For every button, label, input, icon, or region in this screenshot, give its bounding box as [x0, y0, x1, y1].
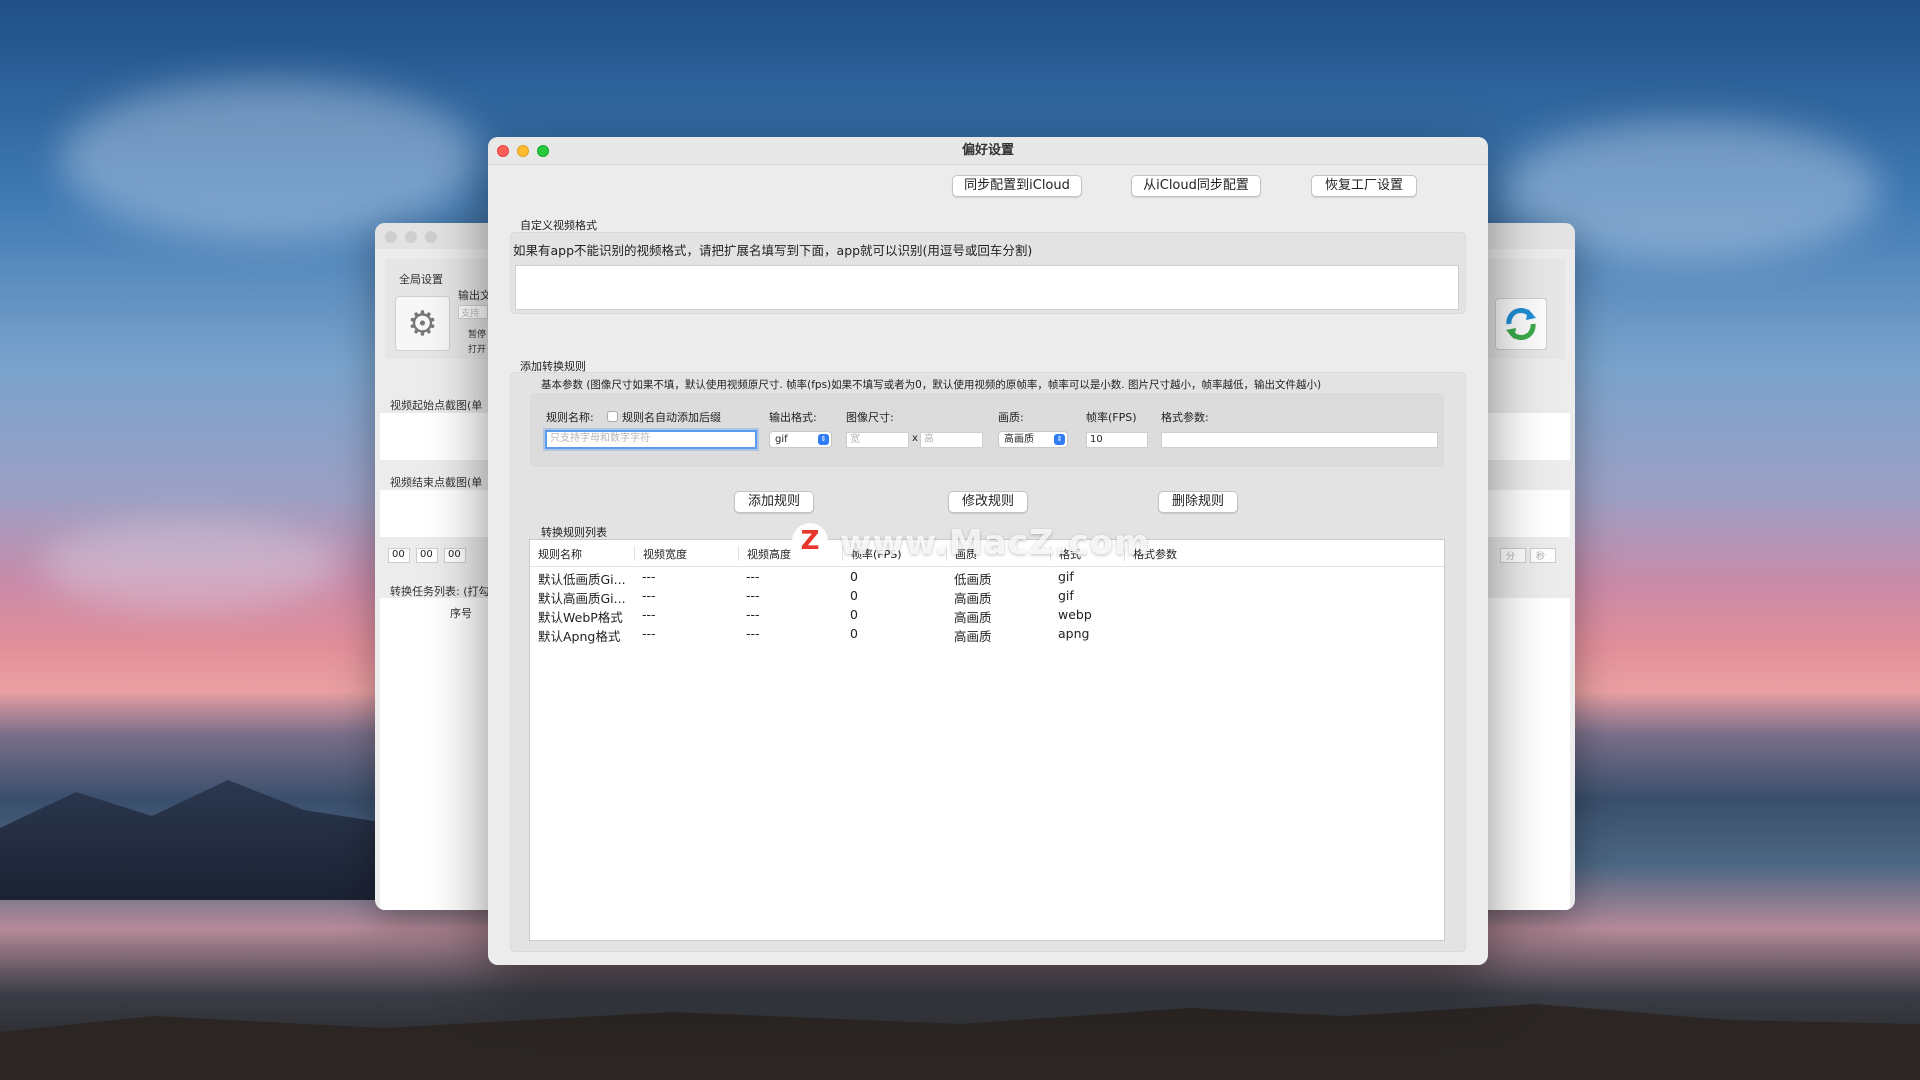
watermark-logo: Z [792, 523, 828, 559]
time-minutes[interactable]: 00 [416, 548, 438, 563]
window-title: 偏好设置 [961, 143, 1014, 158]
right-minutes-field[interactable]: 分 [1500, 548, 1526, 563]
delete-rule-button[interactable]: 删除规则 [1158, 491, 1238, 513]
table-cell-name: 默认Apng格式 [538, 629, 621, 644]
chevron-updown-icon: ⇕ [1054, 434, 1065, 445]
right-seconds-field[interactable]: 秒 [1530, 548, 1556, 563]
close-dot[interactable] [385, 231, 397, 243]
sync-from-icloud-button[interactable]: 从iCloud同步配置 [1131, 175, 1261, 197]
settings-button[interactable]: ⚙ [395, 296, 450, 351]
rules-table-body: 默认低画质Gi... --- --- 0 低画质 gif 默认高画质Gi... --- --- 0… [530, 567, 1444, 644]
end-frame-label: 视频结束点截图(单 [390, 476, 483, 489]
add-rule-hint: 基本参数 (图像尺寸如果不填，默认使用视频原尺寸. 帧率(fps)如果不填写或者… [541, 379, 1322, 391]
table-cell-height: --- [746, 588, 760, 603]
column-header[interactable]: 视频宽度 [634, 546, 738, 561]
custom-format-hint: 如果有app不能识别的视频格式，请把扩展名填写到下面，app就可以识别(用逗号或… [513, 243, 1033, 258]
restore-factory-button[interactable]: 恢复工厂设置 [1311, 175, 1417, 197]
table-row[interactable]: 默认WebP格式 --- --- 0 高画质 webp [530, 605, 1444, 625]
table-row[interactable]: 默认Apng格式 --- --- 0 高画质 apng [530, 624, 1444, 644]
custom-format-input[interactable] [515, 265, 1459, 310]
quality-label: 画质: [998, 411, 1024, 424]
format-params-input[interactable] [1161, 432, 1438, 448]
pause-checkbox-label[interactable]: 暂停 [468, 327, 486, 340]
rule-name-label: 规则名称: [546, 411, 594, 424]
auto-suffix-label[interactable]: 规则名自动添加后缀 [622, 409, 721, 425]
table-row[interactable]: 默认高画质Gi... --- --- 0 高画质 gif [530, 586, 1444, 606]
quality-value: 高画质 [1004, 434, 1034, 445]
seq-column-header[interactable]: 序号 [450, 605, 472, 621]
table-cell-width: --- [642, 569, 656, 584]
add-rule-button[interactable]: 添加规则 [734, 491, 814, 513]
foreground-rocks [0, 1004, 1920, 1080]
table-cell-format: gif [1058, 569, 1074, 584]
task-list-label: 转换任务列表: (打勾 [390, 585, 490, 598]
table-row[interactable]: 默认低画质Gi... --- --- 0 低画质 gif [530, 567, 1444, 587]
sync-icon [1506, 308, 1536, 340]
table-cell-height: --- [746, 569, 760, 584]
background-mountains [0, 780, 380, 900]
table-cell-height: --- [746, 626, 760, 641]
height-input[interactable]: 高 [920, 432, 983, 448]
column-header[interactable]: 规则名称 [530, 546, 634, 561]
zoom-button[interactable] [537, 145, 549, 157]
table-cell-fps: 0 [850, 626, 858, 641]
custom-format-section-title: 自定义视频格式 [520, 219, 597, 232]
table-cell-format: webp [1058, 607, 1092, 622]
sky-cloud [40, 520, 340, 610]
sky-cloud [60, 80, 480, 240]
table-cell-width: --- [642, 607, 656, 622]
zoom-dot[interactable] [425, 231, 437, 243]
minimize-button[interactable] [517, 145, 529, 157]
minimize-dot[interactable] [405, 231, 417, 243]
quality-select[interactable]: 高画质 ⇕ [998, 431, 1068, 448]
format-params-label: 格式参数: [1161, 411, 1209, 424]
preferences-titlebar: 偏好设置 [488, 137, 1488, 165]
rule-name-input[interactable]: 只支持字母和数字字符 [545, 430, 757, 449]
fps-input[interactable]: 10 [1086, 432, 1148, 448]
size-x-label: x [912, 433, 918, 444]
gear-icon: ⚙ [407, 303, 438, 344]
rules-table[interactable]: 规则名称 视频宽度 视频高度 帧率(FPS) 画质 格式 格式参数 默认低画质Gi... --… [529, 539, 1445, 941]
sync-button[interactable] [1495, 298, 1547, 350]
table-cell-format: apng [1058, 626, 1090, 641]
output-format-value: gif [775, 434, 788, 445]
open-checkbox-label[interactable]: 打开 [468, 342, 486, 355]
table-cell-height: --- [746, 607, 760, 622]
modify-rule-button[interactable]: 修改规则 [948, 491, 1028, 513]
table-cell-fps: 0 [850, 569, 858, 584]
sync-to-icloud-button[interactable]: 同步配置到iCloud [952, 175, 1082, 197]
output-field[interactable]: 支持 [458, 305, 488, 319]
table-cell-width: --- [642, 626, 656, 641]
table-cell-fps: 0 [850, 607, 858, 622]
table-cell-width: --- [642, 588, 656, 603]
time-hours[interactable]: 00 [388, 548, 410, 563]
table-cell-fps: 0 [850, 588, 858, 603]
table-cell-quality: 高画质 [954, 629, 992, 644]
fps-label: 帧率(FPS) [1086, 411, 1137, 424]
image-size-label: 图像尺寸: [846, 411, 894, 424]
rules-list-title: 转换规则列表 [541, 526, 607, 539]
output-format-select[interactable]: gif ⇕ [769, 431, 832, 448]
table-cell-format: gif [1058, 588, 1074, 603]
width-input[interactable]: 宽 [846, 432, 909, 448]
auto-suffix-checkbox[interactable] [607, 411, 618, 422]
close-button[interactable] [497, 145, 509, 157]
start-frame-label: 视频起始点截图(单 [390, 399, 483, 412]
time-seconds[interactable]: 00 [444, 548, 466, 563]
global-settings-label: 全局设置 [399, 273, 443, 286]
output-label: 输出文 [458, 289, 491, 302]
watermark-text: www.MacZ.com [840, 523, 1151, 563]
chevron-updown-icon: ⇕ [818, 434, 829, 445]
output-format-label: 输出格式: [769, 411, 817, 424]
